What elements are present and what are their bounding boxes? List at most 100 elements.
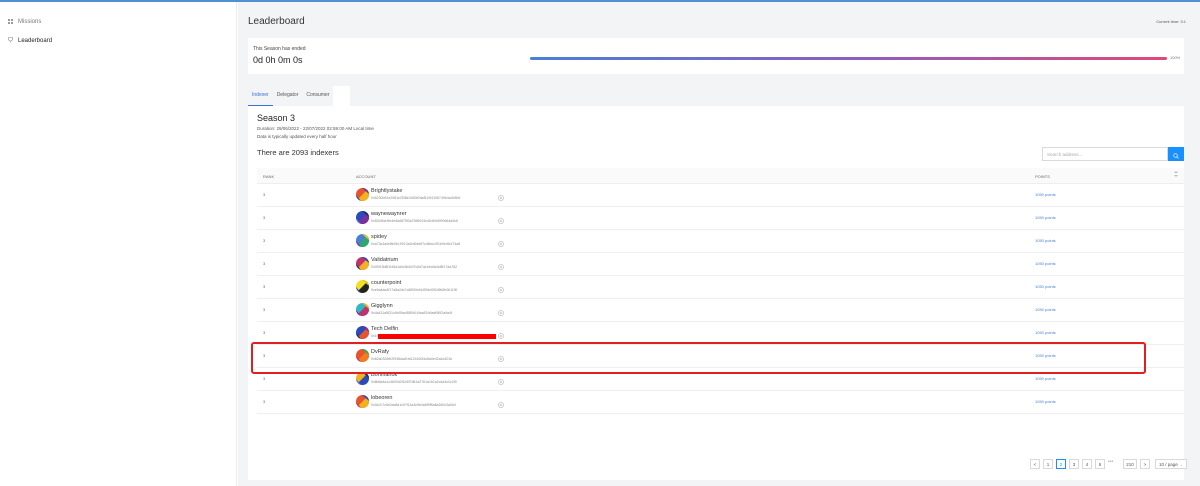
leaderboard-panel: Season 3 Duration: 29/06/2022 - 22/07/20… <box>248 106 1184 480</box>
rank-cell: 3 <box>263 330 266 335</box>
account-address: 0x8b6a4a1c4600d2f1b5f7d81a2761a1b1a2c4a3… <box>371 380 457 384</box>
page-2[interactable]: 2 <box>1056 459 1066 469</box>
points-link[interactable]: 1050 points <box>1035 192 1056 197</box>
account-name: Validatrium <box>371 257 399 263</box>
season-ended-label: This Season has ended <box>253 46 306 52</box>
account-name: counterpoint <box>371 280 402 286</box>
table-row: 3 Validatrium 0x09f13b8f1f46a1a0c5b1bf7c6d… <box>257 253 1184 276</box>
tab-indexer[interactable]: Indexer <box>248 86 273 106</box>
search-input[interactable] <box>1042 147 1168 161</box>
account-name: Tech Delfin <box>371 326 399 332</box>
avatar <box>356 326 369 339</box>
prev-page-button[interactable]: < <box>1030 459 1040 469</box>
season-duration: Duration: 29/06/2022 - 22/07/2022 02:59:… <box>257 126 374 131</box>
season-progress-bar <box>530 57 1167 60</box>
copy-icon[interactable]: ⧉ <box>498 333 504 339</box>
page-last[interactable]: 210 <box>1123 459 1137 469</box>
countdown-timer: 0d 0h 0m 0s <box>253 55 303 65</box>
table-row: 3 spidey 0xa73c4a4e8b0e19013a1b4bbfd7cd8cc… <box>257 230 1184 253</box>
main-area: Leaderboard Current time: 3:1 This Seaso… <box>238 2 1200 486</box>
table-header: RANK ACCOUNT POINTS <box>257 168 1184 184</box>
copy-icon[interactable]: ⧉ <box>498 402 504 408</box>
copy-icon[interactable]: ⧉ <box>498 379 504 385</box>
tab-consumer[interactable]: Consumer <box>302 86 333 106</box>
account-name: Brightlystake <box>371 188 403 194</box>
page-4[interactable]: 4 <box>1082 459 1092 469</box>
account-address: 0x09f13b8f1f46a1a0c5b1bf7c6d7a1ebd4e4d8f… <box>371 265 458 269</box>
table-row: 3 waynewaynrer 0x52b3be4fe4e9ad875f3a78969… <box>257 207 1184 230</box>
table-row: 3 Gigglynn 0x4a411a5f21c9b93ec88f0b1f4aa51… <box>257 299 1184 322</box>
copy-icon[interactable]: ⧉ <box>498 310 504 316</box>
points-link[interactable]: 1050 points <box>1035 284 1056 289</box>
column-header-account: ACCOUNT <box>356 174 376 179</box>
pagination-ellipsis: ••• <box>1108 459 1114 465</box>
avatar <box>356 257 369 270</box>
trophy-icon <box>8 37 15 45</box>
search-icon <box>1173 147 1179 162</box>
points-link[interactable]: 1050 points <box>1035 376 1056 381</box>
avatar <box>356 211 369 224</box>
copy-icon[interactable]: ⧉ <box>498 195 504 201</box>
avatar <box>356 395 369 408</box>
table-row: 3 Brightlystake 0x5230b92e2081e2f38e34f2b0… <box>257 184 1184 207</box>
avatar <box>356 188 369 201</box>
page-5[interactable]: 5 <box>1095 459 1105 469</box>
copy-icon[interactable]: ⧉ <box>498 287 504 293</box>
points-link[interactable]: 1050 points <box>1035 399 1056 404</box>
rank-cell: 3 <box>263 284 266 289</box>
season-progress-fill <box>530 57 1167 60</box>
points-link[interactable]: 1050 points <box>1035 261 1056 266</box>
tab-delegator[interactable]: Delegator <box>273 86 303 106</box>
column-header-rank: RANK <box>263 174 275 179</box>
copy-icon[interactable]: ⧉ <box>498 264 504 270</box>
rank-cell: 3 <box>263 215 266 220</box>
rank-cell: 3 <box>263 307 266 312</box>
chevron-down-icon: ⌄ <box>1179 461 1183 467</box>
points-link[interactable]: 1050 points <box>1035 330 1056 335</box>
points-link[interactable]: 1050 points <box>1035 307 1056 312</box>
search-button[interactable] <box>1168 147 1184 161</box>
sort-icon[interactable] <box>1174 171 1178 178</box>
redaction-bar <box>378 334 496 339</box>
account-address: 0x52b3be4fe4e9ad875f3a7896919c464b9d090b… <box>371 219 459 223</box>
next-page-button[interactable]: > <box>1140 459 1150 469</box>
points-link[interactable]: 1050 points <box>1035 215 1056 220</box>
account-address: 0x0a7c7c5c0ac8d1c97f11a3c9b4a6f9f5a6a2d0… <box>371 403 456 407</box>
season-title: Season 3 <box>257 113 296 123</box>
avatar <box>356 303 369 316</box>
leaderboard-table: RANK ACCOUNT POINTS 3 Brightlystake 0x5230… <box>257 168 1184 414</box>
page-3[interactable]: 3 <box>1069 459 1079 469</box>
page-size-select[interactable]: 10 / page ⌄ <box>1155 459 1187 469</box>
account-address: 0x4a411a5f21c9b93ec88f0b1f4aa51b9adf9f52… <box>371 311 452 315</box>
page-size-label: 10 / page <box>1159 461 1178 467</box>
column-header-points[interactable]: POINTS <box>1035 174 1050 179</box>
indexer-count: There are 2093 indexers <box>257 148 339 157</box>
rank-cell: 3 <box>263 376 266 381</box>
tab-bar: Indexer Delegator Consumer <box>248 86 334 106</box>
table-row: 3 counterpoint 0xe9a4ad4f17a5a2dc7c6f000ef… <box>257 276 1184 299</box>
account-address: 0x5230b92e2081e2f38e34f2b03a6f10f4196749… <box>371 196 461 200</box>
sidebar-item-label: Missions <box>18 19 42 25</box>
points-link[interactable]: 1050 points <box>1035 238 1056 243</box>
rank-cell: 3 <box>263 399 266 404</box>
sidebar: Missions Leaderboard <box>0 2 237 486</box>
account-name: spidey <box>371 234 387 240</box>
highlight-box <box>251 342 1146 374</box>
update-note: Data is typically updated every half hou… <box>257 134 337 139</box>
rank-cell: 3 <box>263 192 266 197</box>
table-row: 3 lobeoren 0x0a7c7c5c0ac8d1c97f11a3c9b4a6f… <box>257 391 1184 414</box>
page-title: Leaderboard <box>248 16 305 27</box>
season-status-card: This Season has ended 0d 0h 0m 0s 100% <box>248 38 1184 74</box>
sidebar-item-leaderboard[interactable]: Leaderboard <box>0 31 52 51</box>
sidebar-item-missions[interactable]: Missions <box>0 12 41 32</box>
account-address: 0xa73c4a4e8b0e19013a1b4bbfd7cd8ccc3f1b0e… <box>371 242 461 246</box>
rank-cell: 3 <box>263 261 266 266</box>
avatar <box>356 280 369 293</box>
grid-icon <box>8 18 15 26</box>
page-1[interactable]: 1 <box>1043 459 1053 469</box>
rank-cell: 3 <box>263 238 266 243</box>
copy-icon[interactable]: ⧉ <box>498 241 504 247</box>
avatar <box>356 234 369 247</box>
copy-icon[interactable]: ⧉ <box>498 218 504 224</box>
account-name: Gigglynn <box>371 303 393 309</box>
